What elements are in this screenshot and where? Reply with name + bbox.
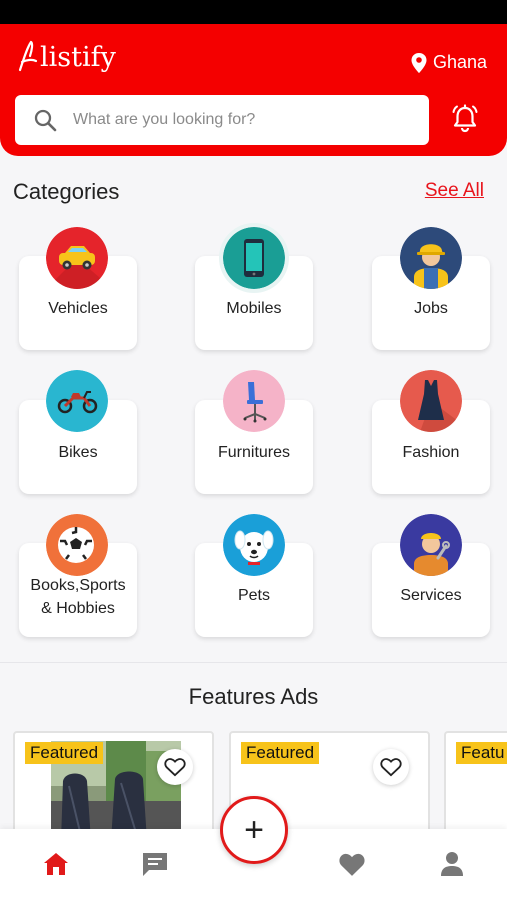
dog-icon[interactable] — [223, 514, 285, 576]
repairman-icon[interactable] — [400, 514, 462, 576]
plus-icon: + — [244, 811, 264, 849]
post-ad-button[interactable]: + — [220, 796, 288, 864]
category-label: Jobs — [414, 300, 448, 317]
category-label: Pets — [237, 587, 270, 604]
location-pin-icon — [411, 52, 427, 73]
heart-icon — [339, 853, 365, 876]
search-bar[interactable] — [15, 95, 429, 145]
featured-ads-heading: Features Ads — [188, 684, 319, 709]
featured-badge: Featured — [241, 742, 320, 764]
worker-icon[interactable] — [400, 227, 462, 289]
search-input[interactable] — [73, 111, 393, 129]
category-label: Services — [400, 587, 462, 604]
app-name: listify — [40, 41, 116, 73]
featured-badge: Featured — [25, 742, 104, 764]
location-label: Ghana — [432, 52, 487, 72]
motorbike-icon[interactable] — [46, 370, 108, 432]
category-label: Vehicles — [48, 300, 108, 317]
logo-mark-icon — [18, 40, 38, 72]
favorite-button[interactable] — [373, 749, 409, 785]
nav-favorites[interactable] — [337, 849, 367, 879]
notifications-button[interactable] — [447, 101, 483, 137]
featured-badge: Featu — [456, 742, 507, 764]
nav-profile[interactable] — [437, 849, 467, 879]
nav-chat[interactable] — [140, 849, 170, 879]
app-header: listify Ghana — [0, 24, 507, 156]
category-label: Books,Sports & Hobbies — [30, 577, 126, 617]
car-icon[interactable] — [46, 227, 108, 289]
nav-home[interactable] — [41, 849, 71, 879]
section-divider — [0, 662, 507, 663]
chat-icon — [143, 853, 167, 876]
football-icon[interactable] — [46, 514, 108, 576]
app-logo[interactable]: listify — [16, 40, 116, 74]
categories-heading: Categories — [13, 179, 120, 204]
heart-outline-icon — [164, 758, 186, 777]
category-label: Bikes — [58, 444, 98, 461]
search-icon — [34, 109, 57, 132]
home-icon — [44, 853, 68, 875]
heart-outline-icon — [380, 758, 402, 777]
status-bar — [0, 0, 507, 24]
location-selector[interactable]: Ghana — [411, 52, 487, 73]
profile-icon — [441, 852, 463, 876]
bell-icon — [452, 104, 478, 133]
see-all-link[interactable]: See All — [425, 180, 484, 202]
mobile-phone-icon[interactable] — [223, 227, 285, 289]
favorite-button[interactable] — [157, 749, 193, 785]
dress-icon[interactable] — [400, 370, 462, 432]
category-label: Mobiles — [226, 300, 282, 317]
category-label: Fashion — [402, 444, 460, 461]
category-label: Furnitures — [217, 444, 291, 461]
office-chair-icon[interactable] — [223, 370, 285, 432]
